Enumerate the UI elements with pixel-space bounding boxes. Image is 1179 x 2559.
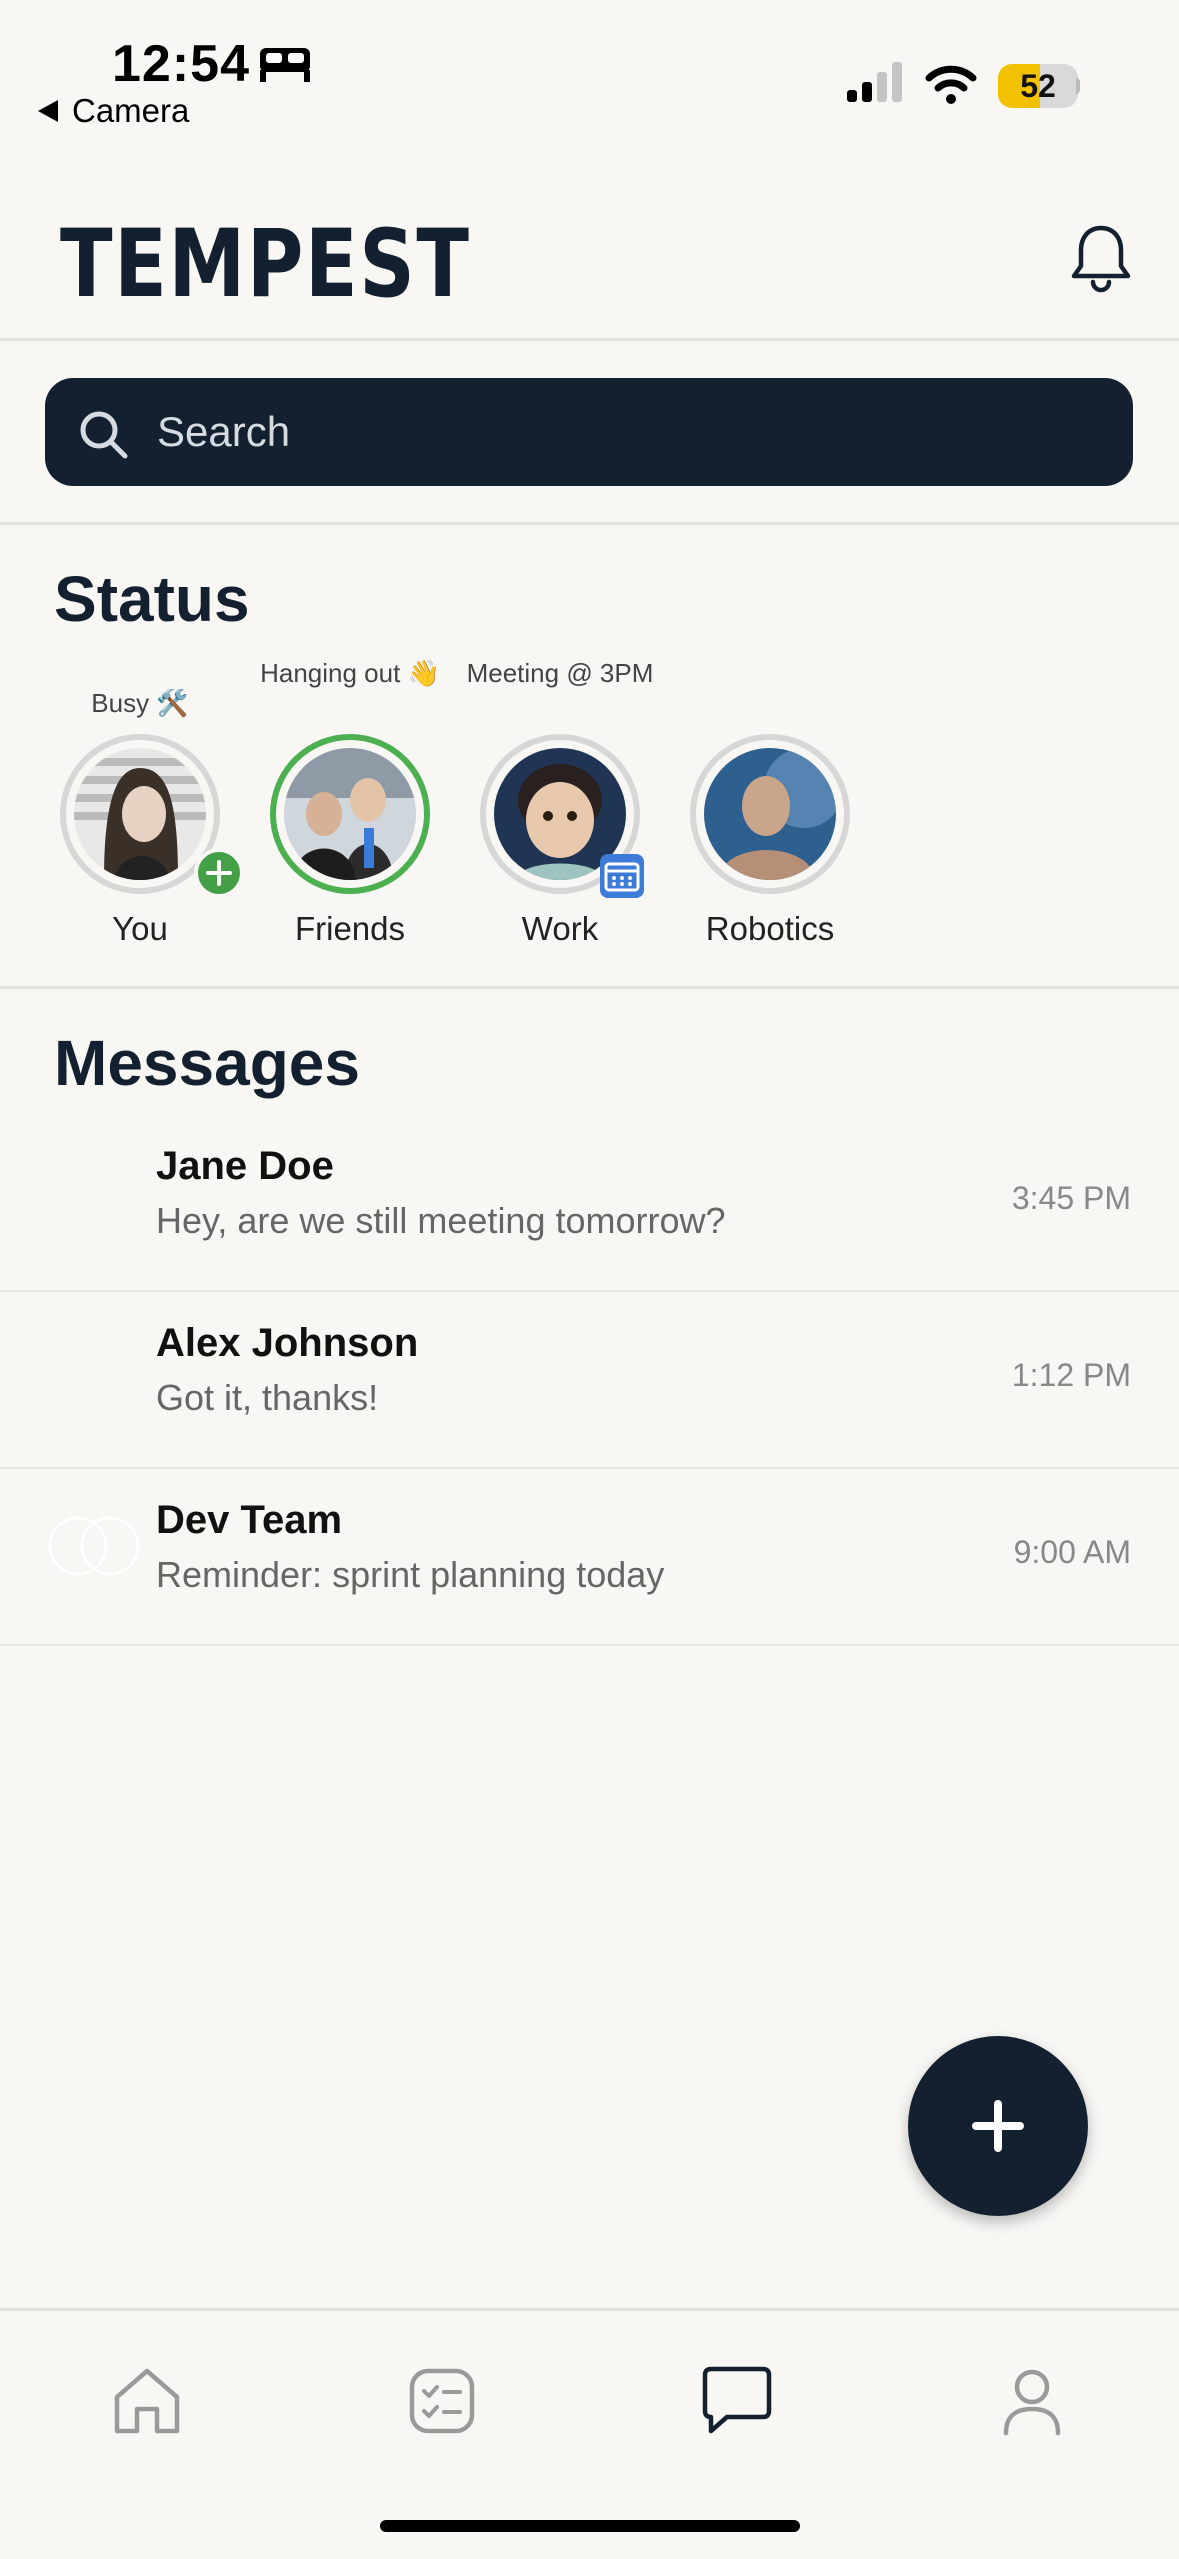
story-name: Work bbox=[521, 910, 599, 947]
message-row-dev-team[interactable]: Dev Team Reminder: sprint planning today… bbox=[0, 1468, 1179, 1646]
calendar-icon bbox=[600, 854, 644, 898]
avatar bbox=[284, 748, 416, 880]
add-status-badge[interactable] bbox=[194, 848, 244, 898]
search-input[interactable] bbox=[157, 378, 1057, 486]
tempest-logo: TEMPEST bbox=[60, 210, 471, 319]
message-time: 1:12 PM bbox=[1011, 1357, 1131, 1393]
wifi-icon bbox=[925, 65, 977, 104]
message-sender: Dev Team bbox=[156, 1498, 343, 1542]
status-time: 12:54 bbox=[112, 35, 250, 93]
back-caret-icon[interactable] bbox=[38, 100, 58, 122]
story-robotics[interactable]: Robotics bbox=[665, 656, 875, 956]
status-section-title: Status bbox=[54, 563, 250, 635]
battery-tip bbox=[1076, 78, 1080, 94]
messages-section-title: Messages bbox=[54, 1027, 360, 1099]
story-you[interactable]: Busy 🛠️ You bbox=[35, 656, 245, 956]
search-bar[interactable] bbox=[45, 378, 1133, 486]
checklist-icon[interactable] bbox=[402, 2361, 482, 2441]
message-sender: Jane Doe bbox=[156, 1144, 334, 1188]
story-status-text: Hanging out 👋 bbox=[260, 658, 440, 688]
story-status-text: Meeting @ 3PM bbox=[466, 658, 654, 688]
avatar-photo-man bbox=[704, 748, 836, 880]
story-work[interactable]: Meeting @ 3PM Work bbox=[455, 656, 665, 956]
story-avatar-ring[interactable] bbox=[480, 734, 644, 898]
home-icon[interactable] bbox=[107, 2361, 187, 2441]
message-sender: Alex Johnson bbox=[156, 1321, 419, 1365]
story-name: Robotics bbox=[705, 910, 835, 947]
story-name: You bbox=[112, 910, 168, 947]
avatar bbox=[704, 748, 836, 880]
sleep-focus-icon bbox=[260, 48, 310, 82]
story-status-text: Busy 🛠️ bbox=[91, 688, 189, 718]
story-avatar-ring[interactable] bbox=[690, 734, 850, 894]
plus-icon bbox=[206, 860, 232, 886]
group-avatar-icon bbox=[48, 1516, 140, 1576]
search-divider bbox=[0, 522, 1179, 525]
chat-bubble-icon[interactable] bbox=[697, 2361, 777, 2441]
header-divider bbox=[0, 338, 1179, 341]
message-preview: Got it, thanks! bbox=[156, 1377, 379, 1418]
avatar-photo-woman bbox=[74, 748, 206, 880]
back-to-app-link[interactable]: Camera bbox=[72, 92, 189, 130]
plus-icon bbox=[972, 2100, 1024, 2152]
search-icon bbox=[80, 411, 128, 459]
message-row-jane-doe[interactable]: Jane Doe Hey, are we still meeting tomor… bbox=[0, 1114, 1179, 1292]
story-friends[interactable]: Hanging out 👋 Friends bbox=[245, 656, 455, 956]
message-time: 9:00 AM bbox=[1013, 1534, 1131, 1570]
new-message-button[interactable] bbox=[908, 2036, 1088, 2216]
message-row-alex-johnson[interactable]: Alex Johnson Got it, thanks! 1:12 PM bbox=[0, 1291, 1179, 1469]
battery-percent-label: 52 bbox=[1020, 68, 1056, 104]
message-preview: Hey, are we still meeting tomorrow? bbox=[156, 1200, 726, 1241]
profile-icon[interactable] bbox=[992, 2361, 1072, 2441]
cellular-signal-icon bbox=[847, 62, 902, 102]
bell-icon[interactable] bbox=[1068, 222, 1134, 294]
avatar-photo-group bbox=[284, 748, 416, 880]
battery-indicator: 52 bbox=[998, 64, 1078, 108]
home-indicator[interactable] bbox=[380, 2520, 800, 2532]
story-name: Friends bbox=[294, 910, 406, 947]
message-time: 3:45 PM bbox=[1011, 1180, 1131, 1216]
story-avatar-ring[interactable] bbox=[270, 734, 430, 894]
status-divider bbox=[0, 986, 1179, 989]
avatar bbox=[74, 748, 206, 880]
story-avatar-ring[interactable] bbox=[60, 734, 244, 898]
message-preview: Reminder: sprint planning today bbox=[156, 1554, 665, 1595]
